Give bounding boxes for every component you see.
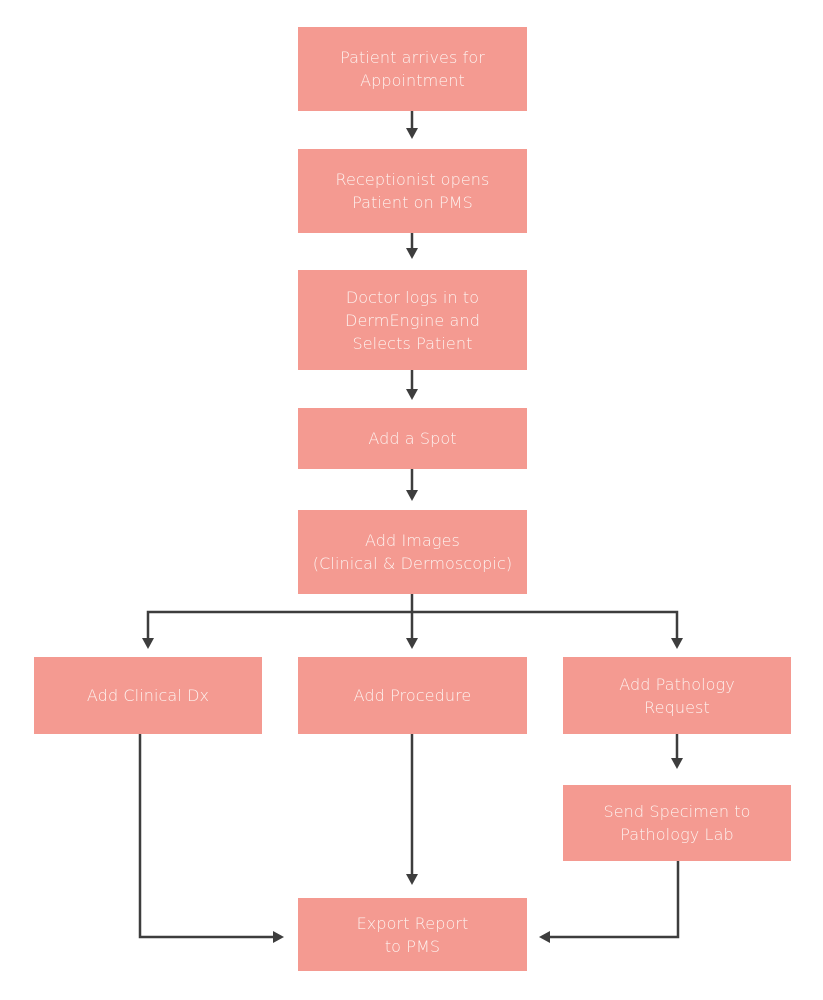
edge-clinical-dx-export: [138, 734, 284, 943]
node-label: Send Specimen to Pathology Lab: [603, 802, 751, 844]
node-label: Doctor logs in to DermEngine and Selects…: [345, 287, 480, 353]
node-export-report: Export Report to PMS: [298, 898, 527, 971]
node-label: Patient arrives for Appointment: [340, 48, 485, 90]
edge-doctor-spot: [406, 370, 418, 400]
edge-spot-images: [406, 469, 418, 501]
node-add-images: Add Images (Clinical & Dermoscopic): [298, 510, 527, 594]
node-add-clinical-dx: Add Clinical Dx: [34, 657, 262, 734]
edge-arrival-reception: [406, 111, 418, 139]
node-receptionist-opens: Receptionist opens Patient on PMS: [298, 149, 527, 233]
node-label: Add Images (Clinical & Dermoscopic): [312, 531, 513, 573]
node-label: Receptionist opens Patient on PMS: [335, 170, 490, 212]
edge-specimen-export: [539, 861, 680, 943]
node-add-spot: Add a Spot: [298, 408, 527, 469]
edge-procedure-export: [406, 734, 418, 885]
node-label: Add Pathology Request: [619, 674, 735, 717]
node-send-specimen: Send Specimen to Pathology Lab: [563, 785, 791, 861]
node-label: Add a Spot: [368, 429, 457, 448]
node-label: Add Clinical Dx: [86, 686, 210, 705]
node-label: Add Procedure: [353, 686, 472, 705]
edge-reception-doctor: [406, 233, 418, 259]
edge-images-branch: [142, 594, 683, 649]
node-add-pathology-request: Add Pathology Request: [563, 657, 791, 734]
node-patient-arrives: Patient arrives for Appointment: [298, 27, 527, 111]
edge-pathology-specimen: [671, 734, 683, 769]
node-label: Export Report to PMS: [356, 913, 469, 956]
node-add-procedure: Add Procedure: [298, 657, 527, 734]
node-doctor-logs-in: Doctor logs in to DermEngine and Selects…: [298, 270, 527, 370]
